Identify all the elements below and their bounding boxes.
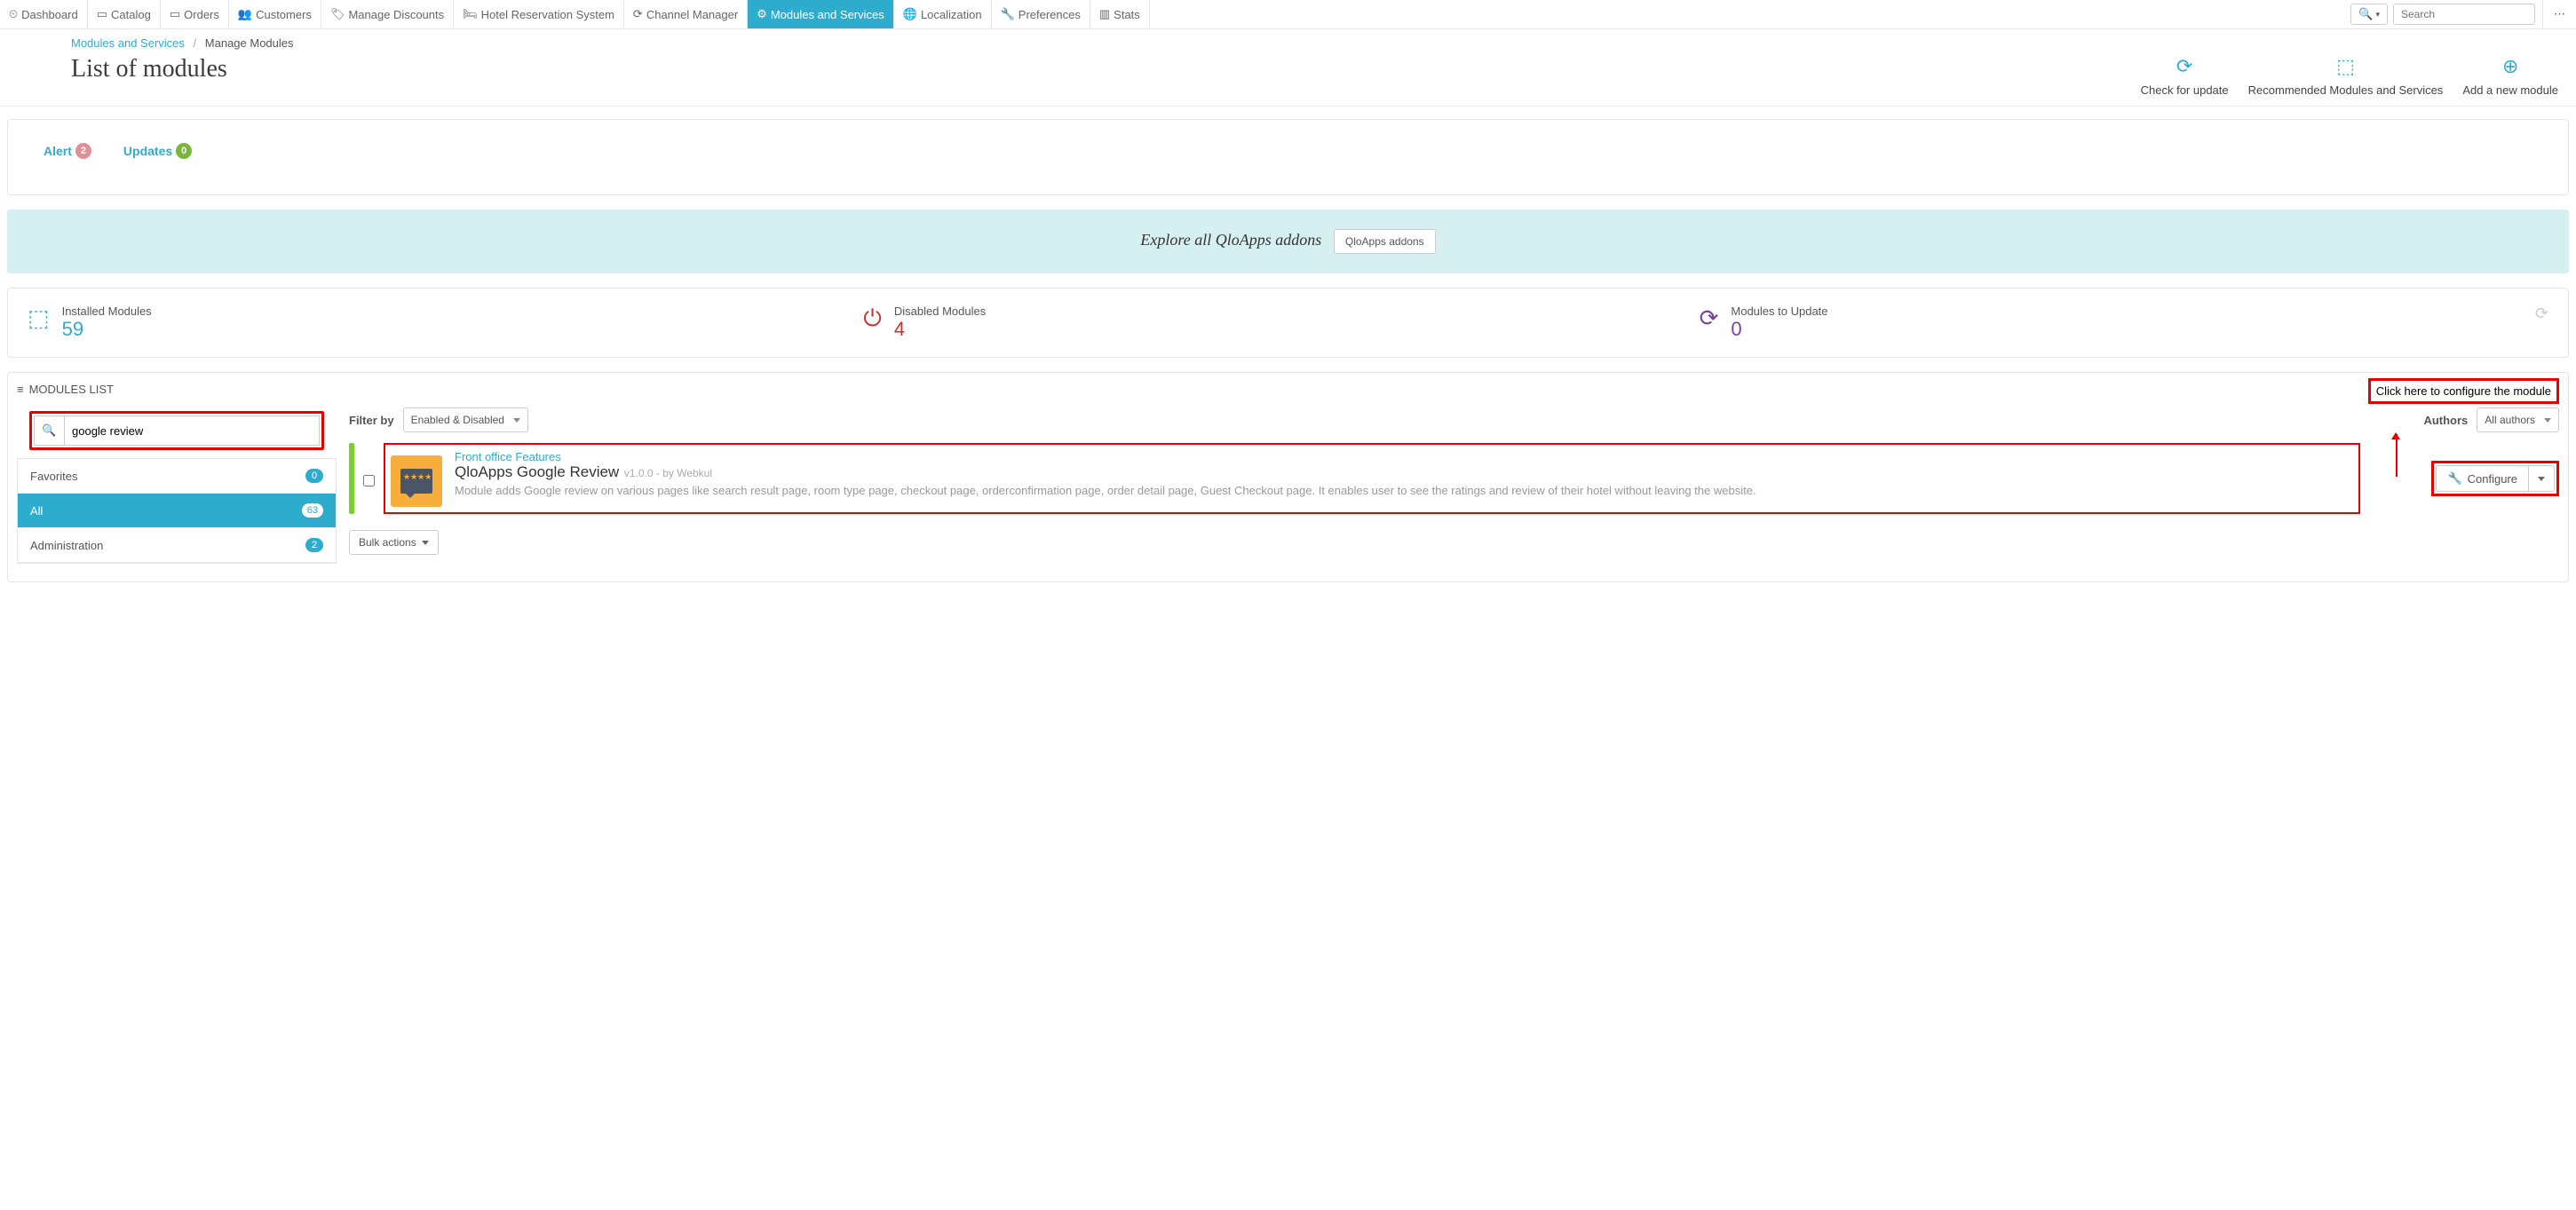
bulk-actions-button[interactable]: Bulk actions xyxy=(349,530,439,555)
page-header: Modules and Services / Manage Modules Li… xyxy=(0,29,2576,107)
wrench-icon: 🔧 xyxy=(1001,7,1015,21)
globe-icon: 🌐 xyxy=(903,7,917,21)
nav-preferences[interactable]: 🔧Preferences xyxy=(992,0,1090,28)
alert-count: 2 xyxy=(75,143,91,159)
module-area: Filter by Enabled & Disabled Authors All… xyxy=(349,404,2559,555)
puzzle-icon: ⚙ xyxy=(757,7,767,21)
modules-panel: ≡MODULES LIST Click here to configure th… xyxy=(7,372,2569,582)
enabled-flag xyxy=(349,443,354,514)
bed-icon: 🛏 xyxy=(463,7,478,21)
updates-tab[interactable]: Updates0 xyxy=(123,143,192,159)
card-icon: ▭ xyxy=(170,7,180,21)
top-nav: ⏲Dashboard ▭Catalog ▭Orders 👥Customers 🏷… xyxy=(0,0,2576,29)
nav-dashboard[interactable]: ⏲Dashboard xyxy=(0,0,88,28)
search-scope-button[interactable]: 🔍▾ xyxy=(2350,4,2388,25)
check-update-button[interactable]: ⟳Check for update xyxy=(2141,55,2229,97)
refresh-icon: ⟳ xyxy=(2141,55,2229,78)
nav-customers[interactable]: 👥Customers xyxy=(229,0,321,28)
nav-hotel[interactable]: 🛏Hotel Reservation System xyxy=(454,0,624,28)
category-column: 🔍 Favorites0 All63 Administration2 xyxy=(17,404,337,564)
recommended-button[interactable]: ⬚Recommended Modules and Services xyxy=(2248,55,2444,97)
nav-discounts[interactable]: 🏷Manage Discounts xyxy=(321,0,454,28)
ellipsis-icon: ⋯ xyxy=(2554,7,2565,21)
cat-all[interactable]: All63 xyxy=(18,494,336,528)
toupdate-label: Modules to Update xyxy=(1731,304,1827,318)
module-version: v1.0.0 - by Webkul xyxy=(624,467,712,479)
breadcrumb-current: Manage Modules xyxy=(205,36,294,50)
installed-label: Installed Modules xyxy=(62,304,152,318)
nav-stats[interactable]: ▥Stats xyxy=(1090,0,1150,28)
plus-circle-icon: ⊕ xyxy=(2462,55,2558,78)
configure-button[interactable]: 🔧Configure xyxy=(2436,465,2528,492)
module-name: QloApps Google Review xyxy=(455,463,619,480)
puzzle-icon: ⬚ xyxy=(28,304,50,332)
module-card-highlight: ★★★★ Front office Features QloApps Googl… xyxy=(384,443,2360,514)
stats-panel: ⬚ Installed Modules59 ⏻ Disabled Modules… xyxy=(7,288,2569,358)
updates-count: 0 xyxy=(176,143,192,159)
annotation-box: Click here to configure the module xyxy=(2368,378,2559,404)
puzzle-icon: ⬚ xyxy=(2248,55,2444,78)
filter-label: Filter by xyxy=(349,414,394,427)
disabled-count: 4 xyxy=(894,318,986,341)
installed-count: 59 xyxy=(62,318,152,341)
gauge-icon: ⏲ xyxy=(9,7,18,21)
explore-button[interactable]: QloApps addons xyxy=(1334,229,1436,254)
users-icon: 👥 xyxy=(238,7,252,21)
module-search-highlight: 🔍 xyxy=(29,411,324,450)
top-search: 🔍▾ xyxy=(2343,0,2542,28)
module-search-input[interactable] xyxy=(65,417,319,445)
module-row: ★★★★ Front office Features QloApps Googl… xyxy=(349,443,2559,514)
module-category[interactable]: Front office Features xyxy=(455,450,2353,463)
nav-modules[interactable]: ⚙Modules and Services xyxy=(748,0,894,28)
chart-icon: ▥ xyxy=(1099,7,1110,21)
tag-icon: 🏷 xyxy=(330,7,345,21)
authors-label: Authors xyxy=(2423,414,2468,427)
cat-administration[interactable]: Administration2 xyxy=(18,528,336,563)
configure-highlight: 🔧Configure xyxy=(2431,461,2559,496)
search-icon: 🔍 xyxy=(2358,7,2373,21)
alert-tab[interactable]: Alert2 xyxy=(44,143,91,159)
wrench-icon: 🔧 xyxy=(2447,471,2461,486)
modules-list-header: ≡MODULES LIST xyxy=(17,383,2368,396)
nav-channel[interactable]: ⟳Channel Manager xyxy=(624,0,748,28)
toupdate-count: 0 xyxy=(1731,318,1827,341)
refresh-icon: ⟳ xyxy=(2535,304,2548,322)
nav-catalog[interactable]: ▭Catalog xyxy=(88,0,161,28)
alerts-panel: Alert2 Updates0 xyxy=(7,119,2569,195)
configure-dropdown[interactable] xyxy=(2528,465,2555,492)
module-checkbox[interactable] xyxy=(363,475,375,486)
explore-banner: Explore all QloApps addons QloApps addon… xyxy=(7,210,2569,273)
more-button[interactable]: ⋯ xyxy=(2542,0,2576,28)
nav-localization[interactable]: 🌐Localization xyxy=(894,0,992,28)
filter-select[interactable]: Enabled & Disabled xyxy=(403,407,528,432)
cat-favorites[interactable]: Favorites0 xyxy=(18,458,336,494)
add-module-button[interactable]: ⊕Add a new module xyxy=(2462,55,2558,97)
module-description: Module adds Google review on various pag… xyxy=(455,483,2353,500)
authors-select[interactable]: All authors xyxy=(2477,407,2559,432)
disabled-label: Disabled Modules xyxy=(894,304,986,318)
module-thumbnail: ★★★★ xyxy=(391,455,442,507)
breadcrumb: Modules and Services / Manage Modules xyxy=(71,36,2558,50)
search-icon: 🔍 xyxy=(35,416,65,445)
nav-orders[interactable]: ▭Orders xyxy=(161,0,229,28)
top-search-input[interactable] xyxy=(2393,4,2535,25)
refresh-icon: ⟳ xyxy=(1700,304,1719,332)
explore-text: Explore all QloApps addons xyxy=(1140,231,1321,249)
stats-refresh-button[interactable]: ⟳ xyxy=(2535,304,2548,323)
star-icon: ★★★★ xyxy=(403,472,432,482)
page-title: List of modules xyxy=(71,55,2141,83)
list-icon: ≡ xyxy=(17,383,24,396)
sync-icon: ⟳ xyxy=(633,7,643,21)
power-icon: ⏻ xyxy=(863,304,882,333)
book-icon: ▭ xyxy=(97,7,107,21)
caret-down-icon: ▾ xyxy=(2375,10,2380,20)
breadcrumb-root[interactable]: Modules and Services xyxy=(71,36,185,50)
